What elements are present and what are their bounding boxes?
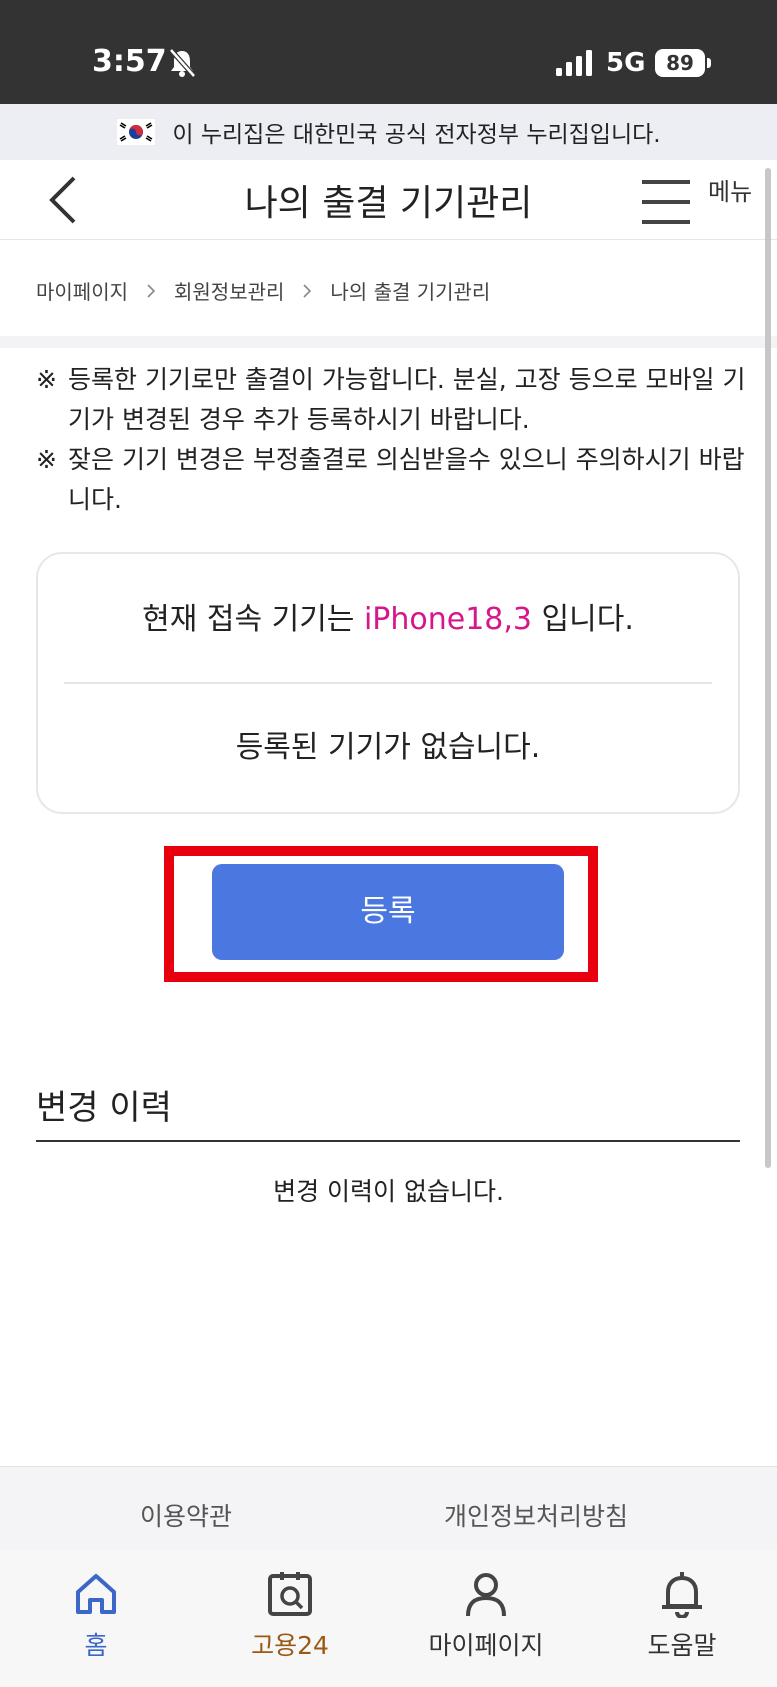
- history-title: 변경 이력: [36, 1088, 172, 1128]
- goyong24-icon: [268, 1572, 312, 1616]
- menu-button[interactable]: 메뉴: [640, 172, 770, 232]
- gov-banner: 이 누리집은 대한민국 공식 전자정부 누리집입니다.: [0, 104, 777, 160]
- signal-icon: [556, 50, 592, 76]
- nav-goyong24[interactable]: 고용24: [200, 1570, 380, 1680]
- chevron-right-icon: [303, 283, 312, 298]
- notice-text: 등록한 기기로만 출결이 가능합니다. 분실, 고장 등으로 모바일 기기가 변…: [68, 365, 746, 434]
- breadcrumb-item[interactable]: 마이페이지: [36, 276, 128, 305]
- nav-help-label: 도움말: [647, 1631, 717, 1660]
- device-info-card: 현재 접속 기기는 iPhone18,3 입니다. 등록된 기기가 없습니다.: [36, 552, 740, 814]
- breadcrumb-current: 나의 출결 기기관리: [330, 280, 491, 304]
- reference-mark: ※: [36, 365, 57, 394]
- nav-goyong24-label: 고용24: [251, 1631, 329, 1660]
- status-bar: 3:57 5G 89: [0, 0, 777, 104]
- notice-list: ※ 등록한 기기로만 출결이 가능합니다. 분실, 고장 등으로 모바일 기기가…: [36, 360, 756, 520]
- hamburger-icon: [642, 180, 690, 224]
- registered-device-status: 등록된 기기가 없습니다.: [235, 730, 541, 765]
- notice-item: ※ 등록한 기기로만 출결이 가능합니다. 분실, 고장 등으로 모바일 기기가…: [36, 360, 756, 440]
- history-divider: [36, 1140, 740, 1142]
- current-device-suffix: 입니다.: [532, 602, 634, 637]
- nav-mypage[interactable]: 마이페이지: [396, 1570, 576, 1680]
- breadcrumb-item[interactable]: 회원정보관리: [174, 276, 284, 305]
- menu-label: 메뉴: [708, 178, 753, 206]
- status-time: 3:57: [92, 44, 167, 79]
- current-device-line: 현재 접속 기기는 iPhone18,3 입니다.: [38, 594, 738, 638]
- bell-icon: [662, 1572, 702, 1618]
- gov-banner-text: 이 누리집은 대한민국 공식 전자정부 누리집입니다.: [172, 122, 661, 148]
- nav-home-label: 홈: [84, 1631, 108, 1660]
- breadcrumb: 마이페이지 회원정보관리 나의 출결 기기관리: [36, 276, 490, 305]
- korea-flag-icon: [116, 118, 157, 146]
- current-device-name: iPhone18,3: [363, 602, 532, 637]
- bottom-nav: 홈 고용24 마이페이지 도움말: [0, 1550, 777, 1687]
- notice-item: ※ 잦은 기기 변경은 부정출결로 의심받을수 있으니 주의하시기 바랍니다.: [36, 440, 756, 520]
- home-icon: [76, 1574, 116, 1614]
- network-type: 5G: [606, 48, 646, 78]
- battery-icon: 89: [655, 49, 705, 77]
- privacy-policy-link[interactable]: 개인정보처리방침: [444, 1497, 628, 1533]
- footer-links: 이용약관 개인정보처리방침: [0, 1497, 777, 1537]
- person-icon: [466, 1573, 506, 1617]
- register-button[interactable]: 등록: [212, 864, 564, 960]
- current-device-prefix: 현재 접속 기기는: [142, 602, 364, 637]
- bell-muted-icon: [169, 48, 196, 78]
- history-empty-text: 변경 이력이 없습니다.: [273, 1177, 504, 1206]
- reference-mark: ※: [36, 445, 57, 474]
- chevron-right-icon: [147, 283, 156, 298]
- battery-tip: [707, 58, 711, 68]
- nav-help[interactable]: 도움말: [592, 1570, 772, 1680]
- nav-mypage-label: 마이페이지: [428, 1631, 544, 1660]
- nav-home[interactable]: 홈: [6, 1570, 186, 1680]
- scrollbar[interactable]: [765, 168, 771, 1168]
- notice-text: 잦은 기기 변경은 부정출결로 의심받을수 있으니 주의하시기 바랍니다.: [68, 445, 745, 514]
- page-header: 나의 출결 기기관리 메뉴: [0, 160, 777, 240]
- card-divider: [64, 682, 712, 684]
- terms-link[interactable]: 이용약관: [140, 1497, 232, 1533]
- section-divider: [0, 336, 777, 348]
